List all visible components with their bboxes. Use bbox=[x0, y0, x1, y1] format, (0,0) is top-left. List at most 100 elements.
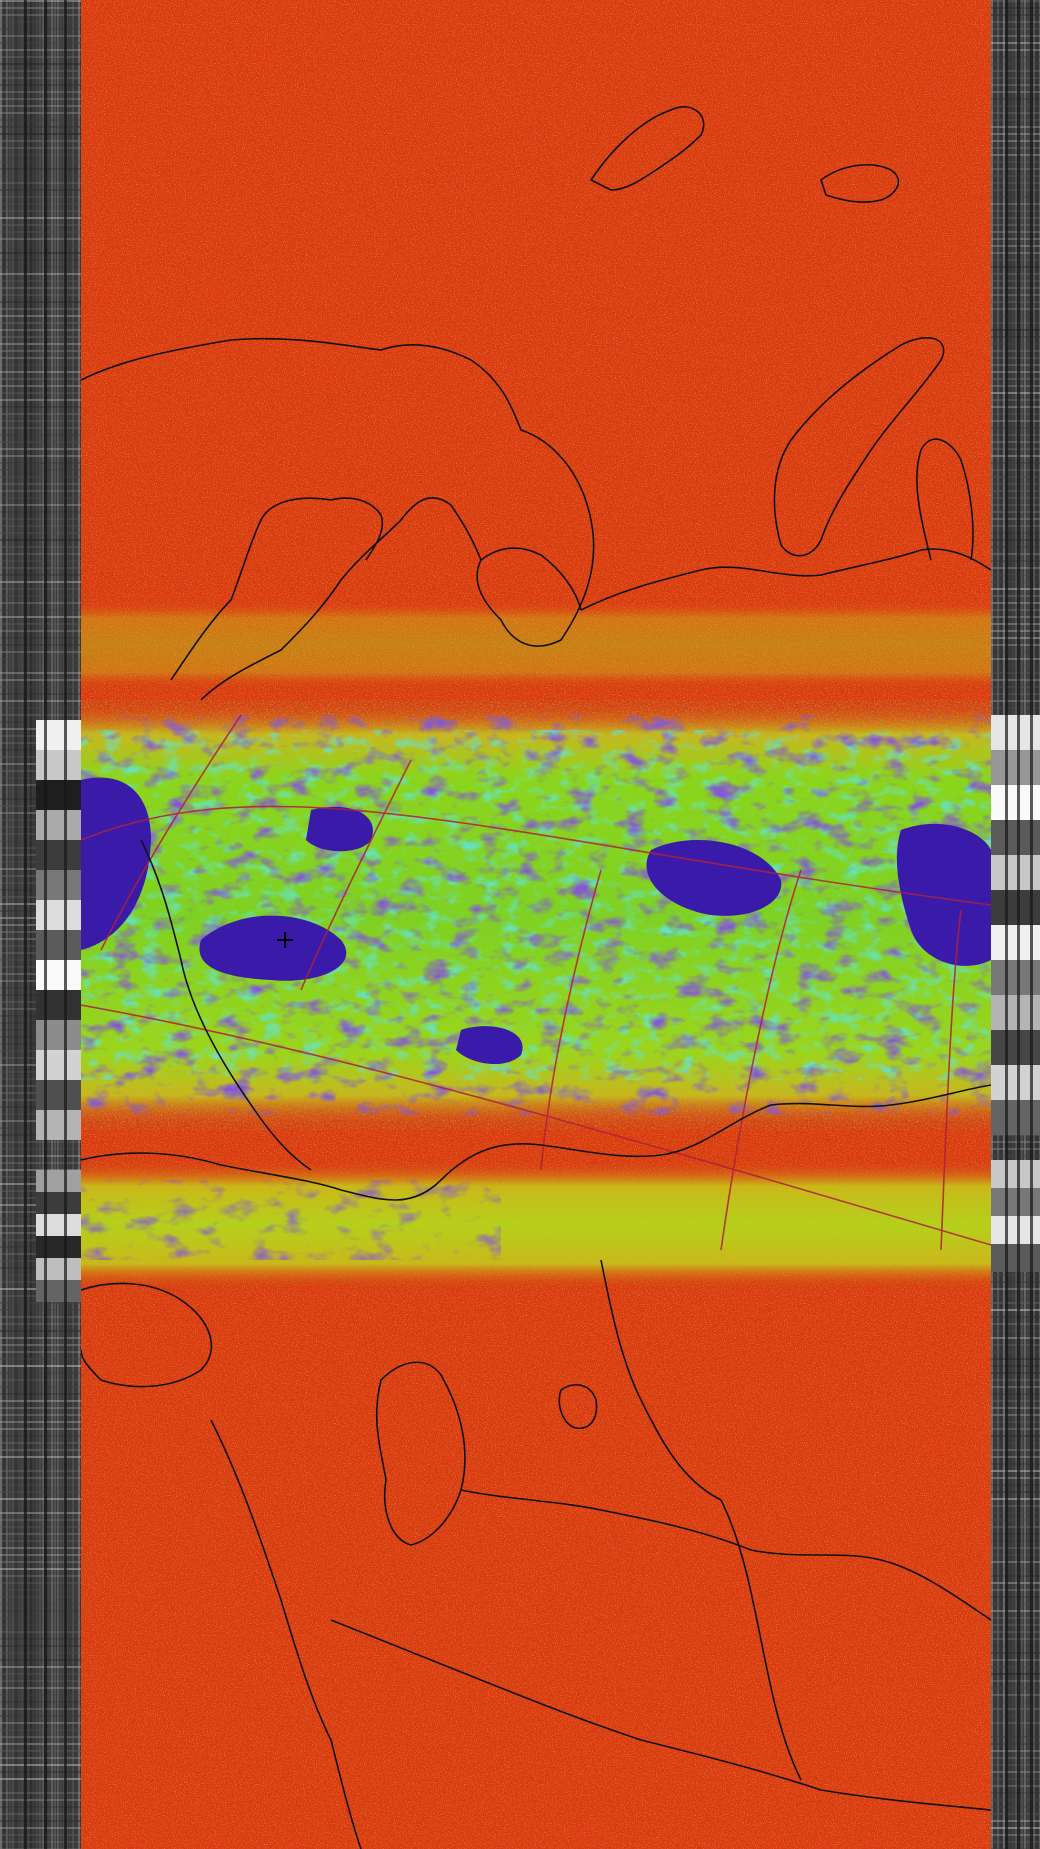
strip-noise-row bbox=[0, 161, 81, 163]
strip-noise-row bbox=[0, 91, 81, 93]
strip-noise-row bbox=[0, 1806, 81, 1808]
strip-noise-row bbox=[0, 1645, 81, 1647]
strip-noise-row bbox=[0, 140, 81, 142]
strip-noise-row bbox=[0, 1512, 81, 1514]
strip-noise-row bbox=[0, 322, 81, 324]
strip-noise-row bbox=[0, 77, 81, 79]
strip-noise-row bbox=[0, 539, 81, 541]
strip-noise-row bbox=[0, 1603, 81, 1605]
strip-noise-row bbox=[0, 1379, 81, 1381]
strip-noise-row bbox=[0, 511, 81, 513]
strip-noise-row bbox=[0, 1617, 81, 1619]
strip-noise-row bbox=[0, 98, 81, 100]
calibration-wedge bbox=[36, 1050, 81, 1080]
strip-noise-row bbox=[0, 1673, 81, 1675]
strip-noise-row bbox=[0, 1400, 81, 1402]
strip-noise-row bbox=[0, 595, 81, 597]
strip-noise-row bbox=[0, 105, 81, 107]
telemetry-strip-right bbox=[991, 0, 1040, 1849]
strip-noise-row bbox=[0, 427, 81, 429]
strip-noise-row bbox=[0, 644, 81, 646]
strip-noise-row bbox=[0, 497, 81, 499]
satellite-image-graphic bbox=[81, 0, 991, 1849]
strip-noise-row bbox=[0, 1631, 81, 1633]
calibration-wedge bbox=[36, 1280, 81, 1302]
strip-noise-row bbox=[0, 1456, 81, 1458]
strip-noise-row bbox=[0, 1337, 81, 1339]
strip-noise-row bbox=[0, 413, 81, 415]
strip-noise-row bbox=[0, 693, 81, 695]
strip-noise-row bbox=[0, 1344, 81, 1346]
strip-noise-row bbox=[0, 441, 81, 443]
cloud-band-blue bbox=[81, 715, 991, 1115]
strip-noise-row bbox=[0, 336, 81, 338]
strip-noise-row bbox=[0, 637, 81, 639]
strip-noise-row bbox=[0, 35, 81, 37]
strip-noise-row bbox=[0, 1610, 81, 1612]
strip-noise-row bbox=[0, 175, 81, 177]
strip-noise-row bbox=[0, 0, 81, 2]
strip-noise-row bbox=[0, 1421, 81, 1423]
cloud-band-lower-blue bbox=[81, 1180, 501, 1260]
calibration-wedge bbox=[36, 810, 81, 840]
strip-noise-row bbox=[0, 525, 81, 527]
strip-noise-row bbox=[0, 1834, 81, 1836]
strip-noise-row bbox=[0, 343, 81, 345]
strip-noise-row bbox=[0, 1680, 81, 1682]
strip-noise-row bbox=[0, 378, 81, 380]
strip-noise-row bbox=[0, 42, 81, 44]
calibration-wedge bbox=[36, 960, 81, 990]
strip-noise-row bbox=[0, 7, 81, 9]
strip-noise-row bbox=[0, 126, 81, 128]
strip-noise-row bbox=[0, 476, 81, 478]
strip-noise-row bbox=[0, 1407, 81, 1409]
strip-noise-row bbox=[0, 1638, 81, 1640]
calibration-wedge bbox=[36, 1110, 81, 1140]
strip-noise-row bbox=[0, 217, 81, 219]
strip-noise-row bbox=[0, 1785, 81, 1787]
strip-noise-row bbox=[0, 462, 81, 464]
telemetry-strip-left bbox=[0, 0, 81, 1849]
strip-noise-row bbox=[0, 1491, 81, 1493]
strip-noise-row bbox=[0, 602, 81, 604]
strip-noise-row bbox=[0, 266, 81, 268]
strip-noise-row bbox=[0, 182, 81, 184]
strip-noise-row bbox=[0, 1561, 81, 1563]
strip-noise-row bbox=[0, 210, 81, 212]
strip-noise-row bbox=[0, 679, 81, 681]
strip-noise-row bbox=[0, 168, 81, 170]
haze-band-upper bbox=[81, 600, 991, 690]
strip-edge-line bbox=[44, 0, 47, 1849]
strip-noise-row bbox=[0, 287, 81, 289]
strip-noise-row bbox=[0, 714, 81, 716]
strip-noise-row bbox=[0, 84, 81, 86]
strip-edge-line bbox=[64, 0, 67, 1849]
strip-noise-row bbox=[0, 609, 81, 611]
strip-noise-row bbox=[0, 371, 81, 373]
strip-noise-row bbox=[0, 1365, 81, 1367]
strip-noise-row bbox=[0, 1358, 81, 1360]
strip-noise-row bbox=[0, 1316, 81, 1318]
strip-noise-row bbox=[0, 1743, 81, 1745]
strip-noise-row bbox=[0, 329, 81, 331]
strip-noise-row bbox=[0, 581, 81, 583]
strip-noise-row bbox=[0, 147, 81, 149]
strip-noise-row bbox=[0, 1799, 81, 1801]
strip-noise-row bbox=[0, 1708, 81, 1710]
strip-noise-row bbox=[0, 504, 81, 506]
strip-noise-row bbox=[0, 672, 81, 674]
strip-noise-row bbox=[0, 588, 81, 590]
strip-noise-row bbox=[0, 1393, 81, 1395]
strip-noise-row bbox=[0, 1547, 81, 1549]
calibration-wedge bbox=[36, 1214, 81, 1236]
strip-noise-row bbox=[0, 546, 81, 548]
strip-noise-row bbox=[0, 469, 81, 471]
strip-noise-row bbox=[0, 434, 81, 436]
strip-noise-row bbox=[0, 1792, 81, 1794]
strip-noise-row bbox=[0, 1764, 81, 1766]
strip-noise-row bbox=[0, 119, 81, 121]
calibration-wedge bbox=[36, 1192, 81, 1214]
calibration-wedge bbox=[36, 1020, 81, 1050]
strip-noise-row bbox=[0, 658, 81, 660]
strip-noise-row bbox=[0, 1820, 81, 1822]
